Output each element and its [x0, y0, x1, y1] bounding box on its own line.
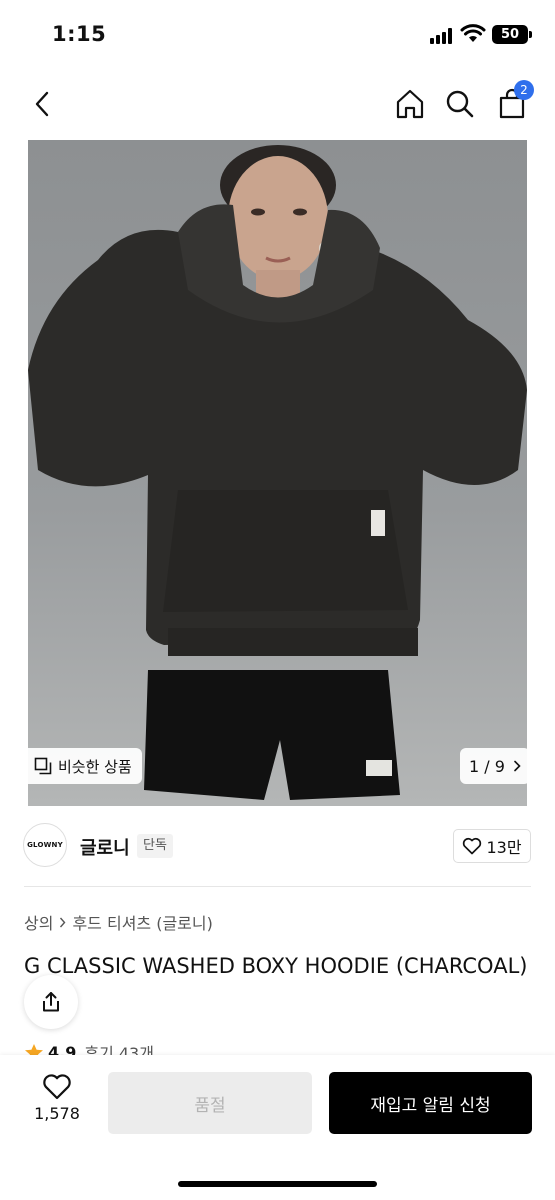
battery-icon: 50	[492, 25, 528, 44]
exclusive-badge: 단독	[137, 834, 173, 858]
sold-out-button: 품절	[108, 1072, 312, 1134]
similar-products-label: 비슷한 상품	[58, 757, 132, 776]
wishlist-button[interactable]: 1,578	[28, 1073, 86, 1133]
divider	[24, 886, 531, 887]
photo-page-indicator[interactable]: 1 / 9	[460, 748, 530, 784]
cart-button[interactable]: 2	[492, 80, 534, 124]
cellular-signal-icon	[430, 28, 456, 44]
product-title: G CLASSIC WASHED BOXY HOODIE (CHARCOAL)	[24, 954, 528, 978]
chevron-right-icon	[60, 917, 66, 927]
brand-logo[interactable]: GLOWNY	[23, 823, 67, 867]
breadcrumb: 상의 후드 티셔츠 (글로니)	[24, 910, 213, 934]
top-nav: 2	[0, 70, 555, 140]
chevron-left-icon	[35, 91, 49, 117]
copy-icon	[34, 757, 52, 775]
product-photo-illustration	[28, 145, 527, 800]
cart-count-badge: 2	[514, 80, 534, 100]
share-button[interactable]	[24, 975, 78, 1029]
home-button[interactable]	[390, 84, 430, 124]
breadcrumb-subcategory[interactable]: 후드 티셔츠 (글로니)	[72, 910, 212, 934]
status-bar: 1:15 50	[0, 0, 555, 70]
product-photo[interactable]	[28, 140, 527, 806]
photo-page-count: 1 / 9	[469, 756, 505, 776]
brand-row: GLOWNY 글로니 단독 13만	[0, 806, 555, 886]
home-indicator	[178, 1181, 377, 1187]
back-button[interactable]	[22, 84, 62, 124]
share-icon	[43, 992, 59, 1012]
heart-icon	[463, 837, 482, 855]
bottom-purchase-bar: 1,578 품절 재입고 알림 신청	[0, 1055, 555, 1200]
wifi-icon	[460, 24, 486, 42]
brand-name[interactable]: 글로니	[80, 834, 130, 860]
heart-icon	[43, 1074, 71, 1100]
search-icon	[446, 90, 474, 118]
breadcrumb-category[interactable]: 상의	[24, 910, 53, 934]
restock-alert-button[interactable]: 재입고 알림 신청	[329, 1072, 532, 1134]
wishlist-count: 1,578	[34, 1104, 80, 1123]
home-icon	[396, 89, 424, 119]
chevron-right-icon	[514, 760, 521, 772]
brand-like-count: 13만	[486, 838, 522, 857]
brand-like-button[interactable]: 13만	[453, 829, 531, 863]
search-button[interactable]	[440, 84, 480, 124]
status-time: 1:15	[52, 22, 107, 46]
similar-products-button[interactable]: 비슷한 상품	[22, 748, 142, 784]
